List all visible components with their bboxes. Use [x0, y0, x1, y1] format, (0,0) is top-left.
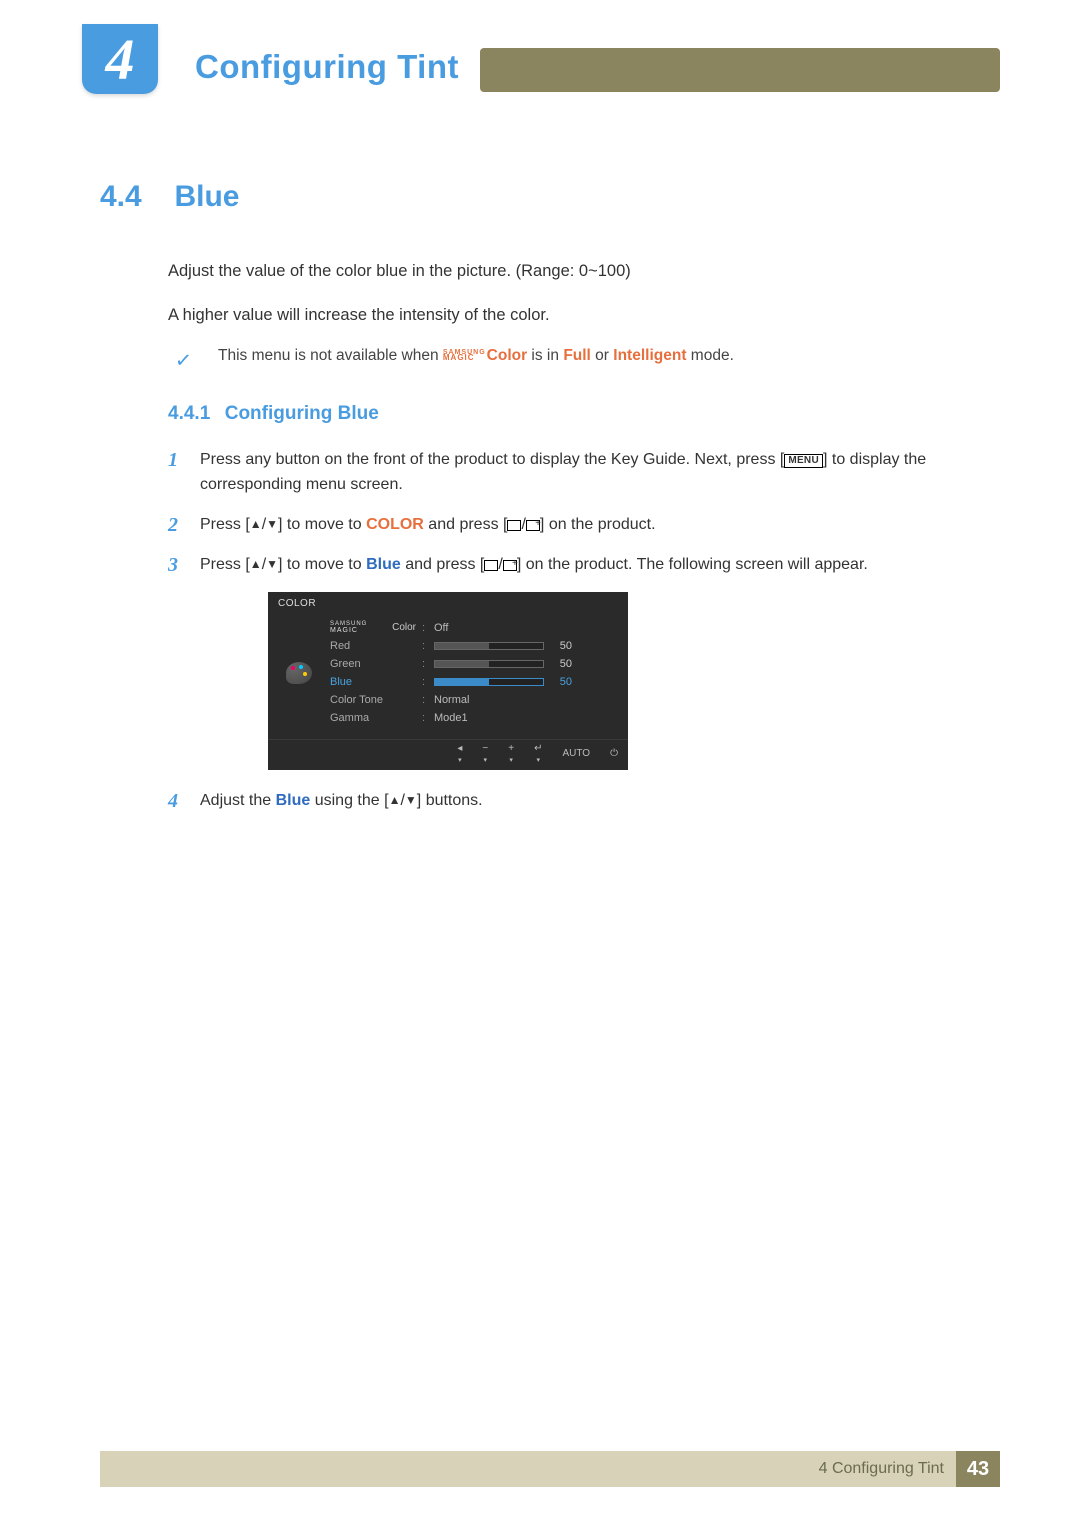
step-list: 1 Press any button on the front of the pr… [168, 447, 980, 814]
osd-label: Red [330, 640, 416, 652]
osd-slider-bar [434, 642, 544, 650]
section-heading: 4.4 Blue [100, 180, 980, 214]
footer-chapter-label: 4 Configuring Tint [819, 1460, 944, 1478]
note-intelligent: Intelligent [613, 347, 686, 364]
osd-row: SAMSUNGMAGIC Color:Off [330, 619, 618, 637]
osd-footer-icon: ↵▾ [534, 744, 542, 764]
osd-footer-icon: −▾ [482, 744, 488, 764]
page-header: 4 Configuring Tint [0, 24, 1080, 94]
osd-screenshot: COLOR SAMSUNGMAGIC Color:OffRed:50Green:5… [268, 592, 980, 770]
subsection-title: Configuring Blue [225, 403, 379, 424]
intro-paragraph: Adjust the value of the color blue in th… [168, 258, 980, 284]
note-text: This menu is not available when SAMSUNGM… [218, 347, 734, 365]
rect-plus-icon [526, 520, 540, 531]
chapter-title: Configuring Tint [195, 48, 459, 86]
osd-label: Blue [330, 676, 416, 688]
triangle-icon: ▼ [266, 557, 278, 571]
osd-row: Gamma:Mode1 [330, 709, 618, 727]
note-icon: ✓ [168, 347, 198, 375]
step-number: 2 [168, 512, 186, 538]
osd-slider-bar [434, 660, 544, 668]
note-full: Full [563, 347, 591, 364]
osd-slider-value: 50 [550, 676, 572, 688]
osd-label: Green [330, 658, 416, 670]
osd-label: SAMSUNGMAGIC [330, 622, 391, 633]
menu-button-icon: MENU [784, 454, 823, 468]
page-number: 43 [956, 1451, 1000, 1487]
triangle-icon: ▲ [250, 517, 262, 531]
step-2: 2 Press [▲/▼] to move to COLOR and press … [168, 512, 980, 538]
osd-value: Normal [434, 694, 469, 706]
rect-plus-icon [503, 560, 517, 571]
intro-paragraph: A higher value will increase the intensi… [168, 302, 980, 328]
osd-slider-bar [434, 678, 544, 686]
step-text: Adjust the Blue using the [▲/▼] buttons. [200, 788, 483, 814]
highlight-orange: COLOR [366, 516, 424, 533]
note-row: ✓ This menu is not available when SAMSUN… [168, 347, 980, 375]
osd-footer: ◂▾ −▾ +▾ ↵▾ AUTO ⏻ [268, 739, 628, 770]
section-number: 4.4 [100, 180, 170, 214]
highlight-blue: Blue [276, 792, 311, 809]
chapter-number-tab: 4 [82, 24, 158, 94]
rect-icon [507, 520, 521, 531]
step-number: 3 [168, 552, 186, 578]
step-1: 1 Press any button on the front of the pr… [168, 447, 980, 498]
osd-row: Red:50 [330, 637, 618, 655]
rect-icon [484, 560, 498, 571]
step-3: 3 Press [▲/▼] to move to Blue and press [… [168, 552, 980, 578]
osd-row: Color Tone:Normal [330, 691, 618, 709]
step-text: Press [▲/▼] to move to Blue and press [/… [200, 552, 868, 578]
triangle-icon: ▲ [250, 557, 262, 571]
osd-row: Green:50 [330, 655, 618, 673]
osd-title: COLOR [268, 592, 628, 615]
osd-slider-value: 50 [550, 658, 572, 670]
step-text: Press [▲/▼] to move to COLOR and press [… [200, 512, 656, 538]
osd-row: Blue:50 [330, 673, 618, 691]
step-4: 4 Adjust the Blue using the [▲/▼] buttons… [168, 788, 980, 814]
osd-value: Off [434, 622, 448, 634]
step-text: Press any button on the front of the pro… [200, 447, 980, 498]
osd-footer-icon: +▾ [508, 744, 514, 764]
section-title: Blue [174, 180, 239, 213]
triangle-icon: ▼ [266, 517, 278, 531]
chapter-number: 4 [106, 26, 135, 93]
osd-label: Color Tone [330, 694, 416, 706]
osd-footer-icon: ◂▾ [457, 744, 462, 764]
note-pre: This menu is not available when [218, 347, 443, 364]
step-number: 4 [168, 788, 186, 814]
osd-value: Mode1 [434, 712, 468, 724]
subsection-number: 4.4.1 [168, 403, 210, 424]
highlight-blue: Blue [366, 556, 401, 573]
page-content: 4.4 Blue Adjust the value of the color b… [100, 180, 980, 828]
osd-label: Gamma [330, 712, 416, 724]
triangle-icon: ▲ [389, 793, 401, 807]
osd-footer-icon: ⏻ [610, 749, 618, 759]
palette-icon [286, 662, 312, 684]
subsection-heading: 4.4.1 Configuring Blue [168, 403, 980, 425]
page-footer: 4 Configuring Tint 43 [100, 1451, 1000, 1487]
triangle-icon: ▼ [405, 793, 417, 807]
brand-suffix: Color [487, 347, 527, 364]
osd-footer-icon: AUTO [562, 749, 590, 759]
step-number: 1 [168, 447, 186, 498]
samsung-magic-label: SAMSUNGMAGIC [443, 350, 486, 362]
header-accent-bar [480, 48, 1000, 92]
osd-slider-value: 50 [550, 640, 572, 652]
